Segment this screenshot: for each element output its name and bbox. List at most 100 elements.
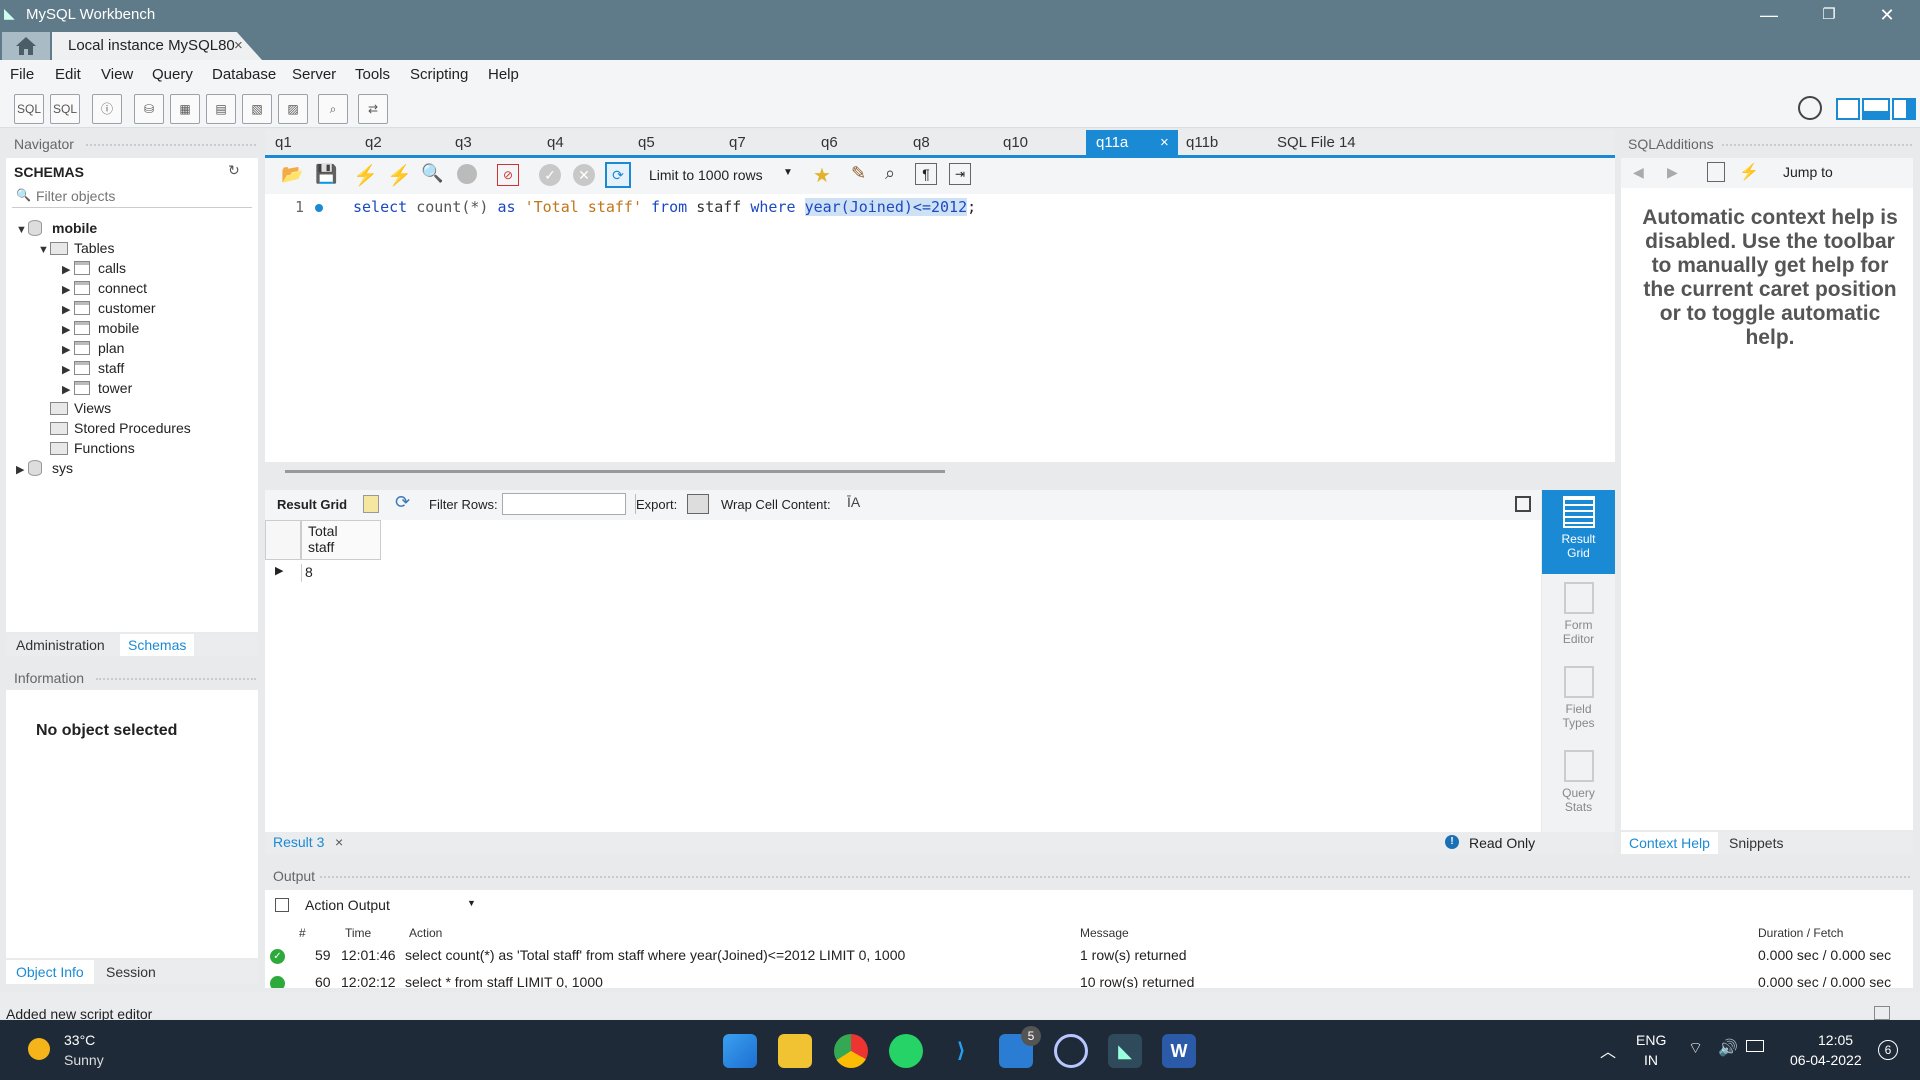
schema-mobile[interactable]: ▼ mobile [16, 220, 97, 236]
tab-q3[interactable]: q3 [455, 134, 472, 151]
create-view-icon[interactable]: ▤ [206, 94, 236, 124]
chrome-icon[interactable] [834, 1034, 868, 1068]
menu-server[interactable]: Server [292, 66, 336, 83]
forward-icon[interactable]: ▶ [1667, 164, 1678, 181]
field-types-button[interactable]: Field Types [1542, 666, 1615, 750]
weather-temp[interactable]: 33°C [64, 1032, 95, 1048]
output-selector[interactable]: Action Output ▼ [301, 894, 481, 916]
create-schema-icon[interactable]: ⛁ [134, 94, 164, 124]
table-item[interactable]: ▶ calls [62, 260, 126, 276]
stop-icon[interactable] [457, 164, 477, 184]
beautify-icon[interactable]: ✎ [851, 163, 866, 184]
horizontal-scrollbar[interactable] [285, 470, 945, 473]
create-table-icon[interactable]: ▦ [170, 94, 200, 124]
file-explorer-icon[interactable] [778, 1034, 812, 1068]
tab-q7[interactable]: q7 [729, 134, 746, 151]
autocommit-icon[interactable]: ⟳ [605, 162, 631, 188]
open-sql-script-icon[interactable]: SQL [50, 94, 80, 124]
table-item[interactable]: ▶ plan [62, 340, 124, 356]
create-function-icon[interactable]: ▨ [278, 94, 308, 124]
table-item[interactable]: ▶ customer [62, 300, 156, 316]
cell-value[interactable]: 8 [301, 564, 313, 580]
search-table-data-icon[interactable]: ⌕ [318, 94, 348, 124]
filter-rows-input[interactable] [502, 493, 626, 515]
menu-edit[interactable]: Edit [55, 66, 81, 83]
tab-administration[interactable]: Administration [16, 637, 105, 653]
auto-help-icon[interactable]: ⚡ [1739, 162, 1759, 182]
tab-q10[interactable]: q10 [1003, 134, 1028, 151]
query-stats-button[interactable]: Query Stats [1542, 750, 1615, 830]
output-row[interactable]: 60 12:02:12 select * from staff LIMIT 0,… [265, 970, 1913, 988]
tab-object-info[interactable]: Object Info [6, 960, 94, 984]
wrap-cell-icon[interactable]: ĪA [847, 494, 860, 510]
start-icon[interactable] [723, 1034, 757, 1068]
result-tab-close[interactable]: × [335, 834, 343, 850]
tab-result-3[interactable]: Result 3 [273, 834, 324, 850]
table-item[interactable]: ▶ connect [62, 280, 147, 296]
sql-editor[interactable]: 1 select count(*) as 'Total staff' from … [265, 194, 1615, 473]
schema-sys[interactable]: ▶ sys [16, 460, 73, 476]
stored-procedures-folder[interactable]: Stored Procedures [50, 420, 191, 436]
volume-icon[interactable]: 🔊 [1718, 1038, 1738, 1058]
word-icon[interactable]: W [1162, 1034, 1196, 1068]
tab-close-icon[interactable]: × [1160, 134, 1169, 151]
settings-icon[interactable] [1798, 96, 1822, 120]
refresh-icon[interactable]: ⟳ [395, 492, 410, 513]
notification-badge[interactable]: 6 [1878, 1040, 1898, 1060]
tab-sql-file-14[interactable]: SQL File 14 [1277, 134, 1356, 151]
inspector-icon[interactable]: ⓘ [92, 94, 122, 124]
new-sql-tab-icon[interactable]: SQL [14, 94, 44, 124]
invisible-chars-icon[interactable]: ¶ [915, 163, 937, 185]
tables-folder[interactable]: ▼ Tables [38, 240, 114, 256]
wrap-lines-icon[interactable]: ⇥ [949, 163, 971, 185]
whatsapp-icon[interactable] [889, 1034, 923, 1068]
execute-current-icon[interactable]: ⚡ [387, 163, 412, 188]
clock-time[interactable]: 12:05 [1818, 1032, 1853, 1048]
toggle-panel-icon[interactable] [1515, 496, 1531, 512]
mysql-workbench-icon[interactable]: ◣ [1108, 1034, 1142, 1068]
panel-toggle-icons[interactable] [1836, 98, 1916, 120]
sun-icon[interactable] [28, 1038, 50, 1060]
find-icon[interactable]: ⌕ [885, 163, 895, 184]
wifi-icon[interactable]: ⌔ [1688, 1038, 1703, 1058]
battery-icon[interactable] [1746, 1040, 1764, 1052]
refresh-schemas-icon[interactable]: ↻ [228, 162, 240, 179]
filter-objects-input[interactable] [36, 186, 246, 206]
create-procedure-icon[interactable]: ▧ [242, 94, 272, 124]
toggle-continue-icon[interactable]: ⊘ [497, 164, 519, 186]
language-line-2[interactable]: IN [1644, 1052, 1658, 1068]
mail-icon[interactable]: 5 [999, 1026, 1041, 1068]
rollback-icon[interactable]: ✕ [573, 164, 595, 186]
menu-view[interactable]: View [101, 66, 133, 83]
tab-q4[interactable]: q4 [547, 134, 564, 151]
weather-condition[interactable]: Sunny [64, 1052, 104, 1068]
menu-query[interactable]: Query [152, 66, 193, 83]
chevron-up-icon[interactable]: ︿ [1600, 1038, 1616, 1062]
output-row[interactable]: ✓ 59 12:01:46 select count(*) as 'Total … [265, 944, 1913, 968]
export-icon[interactable] [687, 494, 709, 514]
filter-objects-field[interactable]: 🔍 [12, 186, 252, 208]
copy-icon[interactable] [275, 898, 289, 912]
back-icon[interactable]: ◀ [1633, 164, 1644, 181]
tab-q8[interactable]: q8 [913, 134, 930, 151]
grid-icon[interactable] [363, 495, 379, 513]
home-tab[interactable] [2, 32, 50, 60]
save-icon[interactable]: 💾 [315, 164, 337, 185]
table-item[interactable]: ▶ tower [62, 380, 132, 396]
restore-button[interactable]: ❐ [1806, 2, 1852, 28]
reconnect-icon[interactable]: ⇄ [358, 94, 388, 124]
views-folder[interactable]: Views [50, 400, 111, 416]
tab-snippets[interactable]: Snippets [1729, 835, 1783, 851]
eclipse-icon[interactable] [1054, 1034, 1088, 1068]
table-item[interactable]: ▶ staff [62, 360, 124, 376]
menu-scripting[interactable]: Scripting [410, 66, 468, 83]
result-grid-label[interactable]: Result Grid [277, 497, 347, 512]
commit-icon[interactable]: ✓ [539, 164, 561, 186]
functions-folder[interactable]: Functions [50, 440, 135, 456]
tab-session[interactable]: Session [106, 964, 156, 980]
tab-q2[interactable]: q2 [365, 134, 382, 151]
status-panel-icon[interactable] [1874, 1006, 1890, 1020]
tab-schemas[interactable]: Schemas [120, 634, 195, 656]
vscode-icon[interactable]: ⟩ [944, 1034, 978, 1068]
connection-tab[interactable]: Local instance MySQL80 × [52, 32, 262, 60]
